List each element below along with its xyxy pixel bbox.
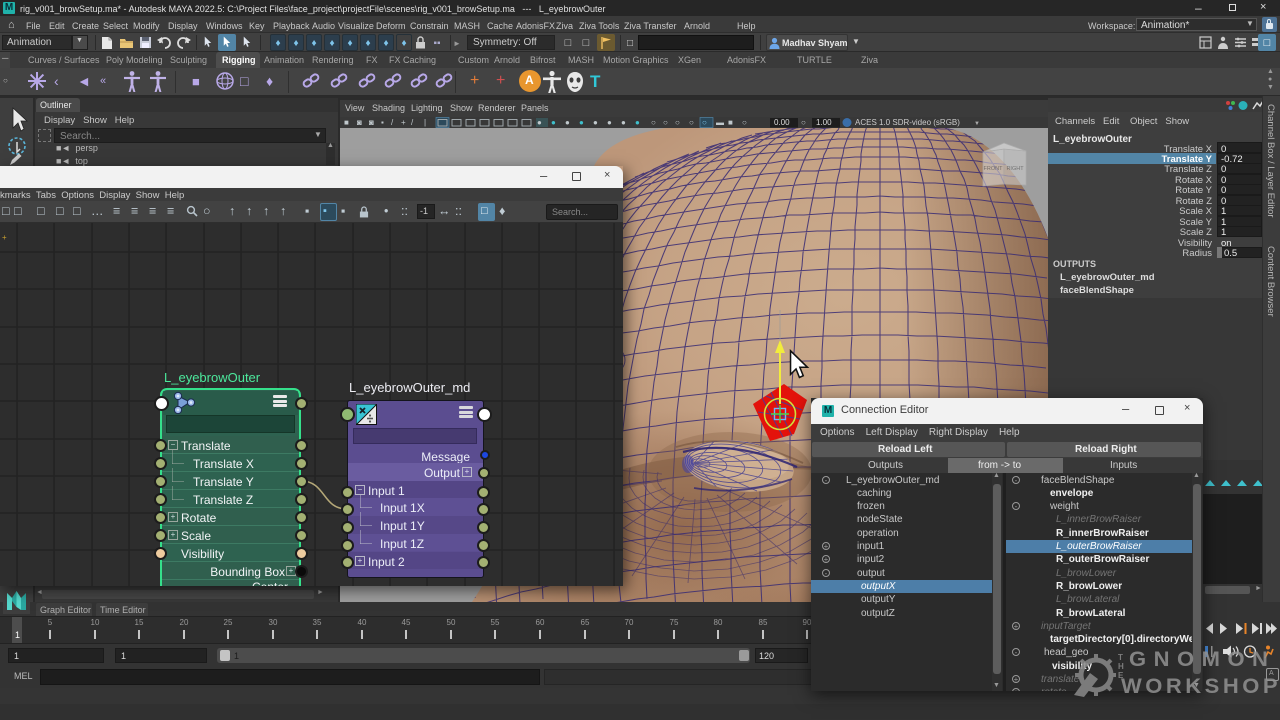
svg-text:○: ○ (689, 118, 694, 127)
svg-text:RIGHT: RIGHT (1006, 166, 1024, 172)
svg-text:+: + (2, 233, 7, 242)
svg-text:○: ○ (702, 118, 707, 127)
svg-text:●: ● (635, 118, 640, 127)
svg-text:●: ● (621, 118, 626, 127)
svg-text:Lighting: Lighting (411, 103, 443, 113)
svg-text:○: ○ (742, 118, 747, 127)
svg-text:○: ○ (801, 118, 806, 127)
svg-text:●: ● (607, 118, 612, 127)
svg-text:ACES 1.0 SDR-video (sRGB): ACES 1.0 SDR-video (sRGB) (855, 118, 960, 127)
svg-text:◙: ◙ (369, 118, 374, 127)
svg-text:○: ○ (675, 118, 680, 127)
svg-text:◙: ◙ (357, 118, 362, 127)
svg-text:●: ● (565, 118, 570, 127)
svg-text:●: ● (551, 118, 556, 127)
svg-text:1.00: 1.00 (816, 118, 832, 127)
svg-text:View: View (345, 103, 365, 113)
svg-text:▼: ▼ (974, 121, 980, 127)
svg-text:Panels: Panels (521, 103, 549, 113)
svg-text:●: ● (537, 118, 542, 127)
svg-text:■: ■ (344, 118, 349, 127)
svg-text:Renderer: Renderer (478, 103, 516, 113)
svg-text:▪: ▪ (381, 118, 384, 127)
svg-text:+: + (401, 118, 406, 127)
svg-text:Shading: Shading (372, 103, 405, 113)
svg-text:○: ○ (651, 118, 656, 127)
svg-text:FRONT: FRONT (984, 166, 1004, 172)
svg-text:▬: ▬ (716, 118, 724, 127)
svg-text:Show: Show (450, 103, 473, 113)
svg-text:●: ● (579, 118, 584, 127)
svg-text:0.00: 0.00 (774, 118, 790, 127)
svg-text:○: ○ (663, 118, 668, 127)
svg-text:|: | (424, 118, 426, 127)
svg-text:■: ■ (728, 118, 733, 127)
svg-text:●: ● (593, 118, 598, 127)
